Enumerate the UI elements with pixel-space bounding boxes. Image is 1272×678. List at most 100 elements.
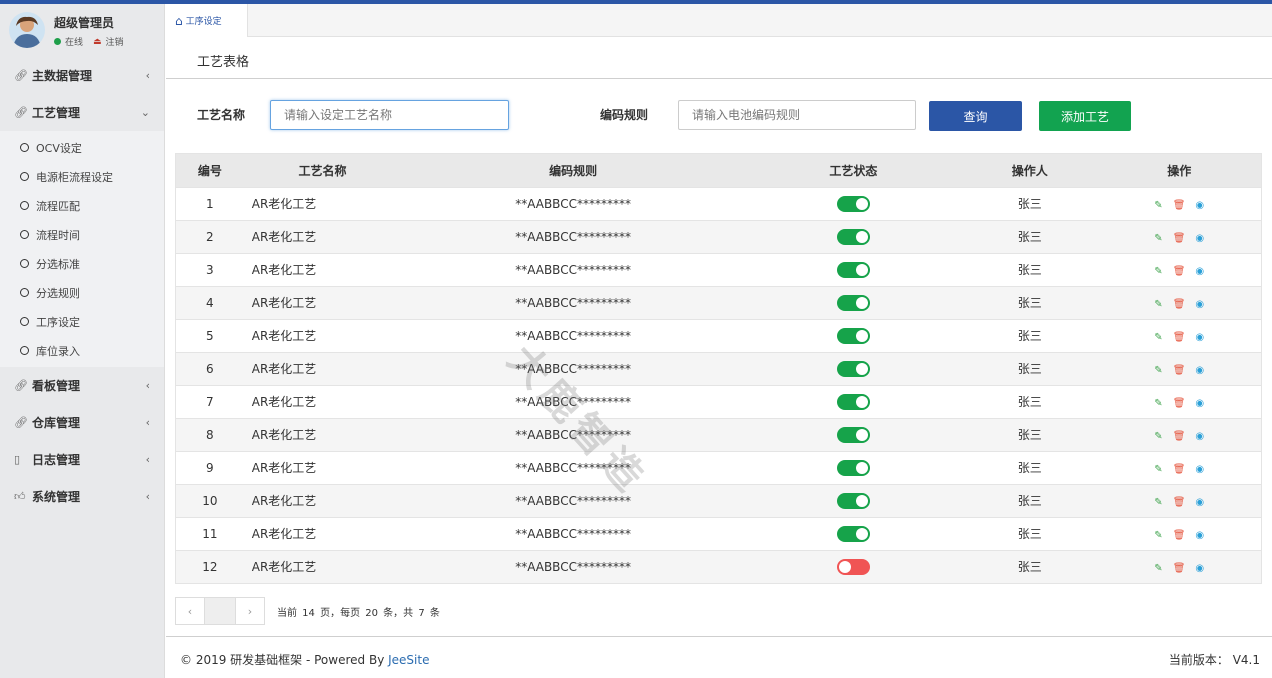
avatar[interactable] [9,12,45,48]
tab-label: 工序设定 [185,17,222,27]
eye-icon[interactable]: ◉ [1195,563,1204,574]
cell-status [745,517,962,550]
sub-item-ocv[interactable]: OCV设定 [0,133,164,162]
status-toggle[interactable] [836,294,870,311]
eye-icon[interactable]: ◉ [1195,200,1204,211]
trash-icon[interactable]: 🗑︎ [1173,497,1186,508]
circle-icon [20,172,29,181]
eye-icon[interactable]: ◉ [1195,266,1204,277]
trash-icon[interactable]: 🗑︎ [1173,464,1186,475]
eye-icon[interactable]: ◉ [1195,299,1204,310]
cell-code: **AABBCC********* [515,262,631,277]
trash-icon[interactable]: 🗑︎ [1173,200,1186,211]
toggle-knob [855,230,868,243]
pencil-icon[interactable]: ✎ [1154,365,1162,376]
trash-icon[interactable]: 🗑︎ [1173,365,1186,376]
menu-log[interactable]: ▯ 日志管理 ‹ [0,441,164,478]
pencil-icon[interactable]: ✎ [1154,299,1162,310]
current-page[interactable] [205,597,235,625]
pencil-icon[interactable]: ✎ [1154,398,1162,409]
process-name-input[interactable] [270,100,509,130]
pagination: ‹ › [175,597,265,625]
pencil-icon[interactable]: ✎ [1154,200,1162,211]
pencil-icon[interactable]: ✎ [1154,233,1162,244]
code-rule-input[interactable] [678,100,916,130]
next-page-button[interactable]: › [235,597,265,625]
cell-actions: ✎ 🗑︎ ◉ [1097,253,1261,286]
cell-status [745,319,962,352]
prev-page-button[interactable]: ‹ [175,597,205,625]
pencil-icon[interactable]: ✎ [1154,332,1162,343]
trash-icon[interactable]: 🗑︎ [1173,431,1186,442]
menu-warehouse[interactable]: 🔗︎ 仓库管理 ‹ [0,404,164,441]
status-toggle[interactable] [836,327,870,344]
status-toggle[interactable] [836,525,870,542]
trash-icon[interactable]: 🗑︎ [1173,299,1186,310]
pencil-icon[interactable]: ✎ [1154,431,1162,442]
cell-status [745,484,962,517]
menu-master-data[interactable]: 🔗︎ 主数据管理 ‹ [0,57,164,94]
trash-icon[interactable]: 🗑︎ [1173,332,1186,343]
cell-name: AR老化工艺 [251,230,317,244]
table-row: 5 AR老化工艺 **AABBCC********* 张三 ✎ 🗑︎ ◉ [176,319,1261,352]
eye-icon[interactable]: ◉ [1195,464,1204,475]
cell-code: **AABBCC********* [515,394,631,409]
sub-item-flow-time[interactable]: 流程时间 [0,220,164,249]
add-process-button[interactable]: 添加工艺 [1039,101,1131,131]
eye-icon[interactable]: ◉ [1195,365,1204,376]
sub-item-sort-rule[interactable]: 分选规则 [0,278,164,307]
pencil-icon[interactable]: ✎ [1154,464,1162,475]
toggle-knob [855,263,868,276]
eye-icon[interactable]: ◉ [1195,497,1204,508]
sub-item-label: 电源柜流程设定 [36,170,113,184]
cell-name: AR老化工艺 [251,494,317,508]
cell-id: 11 [202,526,218,541]
menu-dashboard[interactable]: 🔗︎ 看板管理 ‹ [0,367,164,404]
query-button[interactable]: 查询 [929,101,1022,131]
status-text: 在线 [65,38,84,48]
trash-icon[interactable]: 🗑︎ [1173,398,1186,409]
sub-item-power-flow[interactable]: 电源柜流程设定 [0,162,164,191]
toggle-knob [855,461,868,474]
pencil-icon[interactable]: ✎ [1154,530,1162,541]
status-toggle[interactable] [836,459,870,476]
cell-operator: 张三 [1017,197,1042,211]
trash-icon[interactable]: 🗑︎ [1173,266,1186,277]
eye-icon[interactable]: ◉ [1195,398,1204,409]
status-toggle[interactable] [836,195,870,212]
header-operator: 操作人 [1011,163,1048,178]
sub-item-step-setting[interactable]: 工序设定 [0,307,164,336]
trash-icon[interactable]: 🗑︎ [1173,233,1186,244]
menu-process[interactable]: 🔗︎ 工艺管理 ⌄ [0,94,164,131]
cell-code: **AABBCC********* [515,427,631,442]
online-dot-icon [54,38,61,45]
status-toggle[interactable] [836,492,870,509]
sub-item-flow-match[interactable]: 流程匹配 [0,191,164,220]
status-toggle[interactable] [836,558,870,575]
status-toggle[interactable] [836,360,870,377]
status-toggle[interactable] [836,393,870,410]
table-header-row: 编号 工艺名称 编码规则 工艺状态 操作人 操作 [176,154,1261,187]
eye-icon[interactable]: ◉ [1195,332,1204,343]
trash-icon[interactable]: 🗑︎ [1173,530,1186,541]
trash-icon[interactable]: 🗑︎ [1173,563,1186,574]
logout-icon[interactable]: ⏏ [93,37,102,47]
jeesite-link[interactable]: JeeSite [388,653,429,667]
pencil-icon[interactable]: ✎ [1154,497,1162,508]
eye-icon[interactable]: ◉ [1195,431,1204,442]
logout-link[interactable]: 注销 [106,35,124,48]
pencil-icon[interactable]: ✎ [1154,563,1162,574]
cell-operator: 张三 [1017,428,1042,442]
menu-label: 主数据管理 [32,69,93,83]
eye-icon[interactable]: ◉ [1195,233,1204,244]
eye-icon[interactable]: ◉ [1195,530,1204,541]
status-toggle[interactable] [836,261,870,278]
sub-item-location-entry[interactable]: 库位录入 [0,336,164,365]
status-toggle[interactable] [836,228,870,245]
menu-system[interactable]: 👍︎ 系统管理 ‹ [0,478,164,515]
sub-item-sort-standard[interactable]: 分选标准 [0,249,164,278]
tab-step-setting[interactable]: ⌂ 工序设定 [166,4,248,37]
cell-id: 3 [206,262,214,277]
status-toggle[interactable] [836,426,870,443]
pencil-icon[interactable]: ✎ [1154,266,1162,277]
